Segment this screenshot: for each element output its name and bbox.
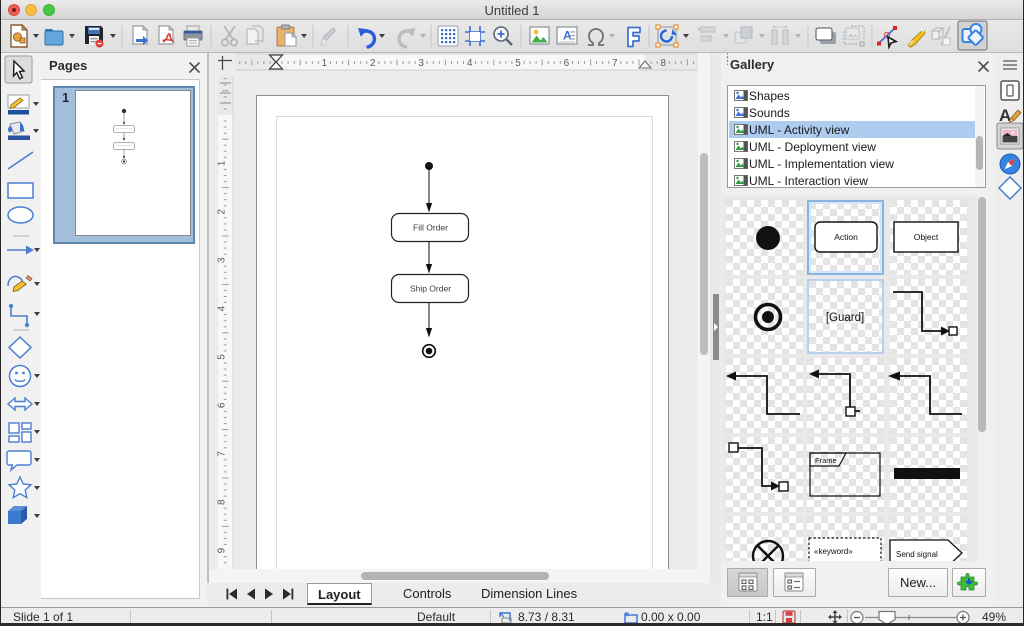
svg-text:5: 5: [515, 58, 521, 69]
svg-text:[Guard]: [Guard]: [826, 312, 864, 324]
svg-text:3: 3: [217, 257, 228, 263]
svg-text:3: 3: [418, 58, 424, 69]
svg-text:1: 1: [217, 160, 228, 166]
svg-text:Action: Action: [834, 232, 858, 242]
svg-text:Frame: Frame: [815, 456, 837, 465]
svg-text:2: 2: [217, 209, 228, 215]
svg-text:7: 7: [217, 451, 228, 457]
svg-text:9: 9: [217, 547, 228, 553]
svg-text:8: 8: [660, 58, 666, 69]
svg-text:2: 2: [370, 58, 376, 69]
svg-text:6: 6: [564, 58, 570, 69]
svg-text:5: 5: [217, 354, 228, 360]
svg-text:1: 1: [322, 58, 328, 69]
svg-text:8: 8: [217, 499, 228, 505]
svg-text:Object: Object: [914, 232, 939, 242]
svg-text:6: 6: [217, 402, 228, 408]
svg-text:7: 7: [612, 58, 618, 69]
svg-text:4: 4: [217, 305, 228, 311]
svg-text:4: 4: [467, 58, 473, 69]
svg-text:Send signal: Send signal: [896, 550, 938, 559]
svg-text:«keyword»: «keyword»: [814, 547, 853, 556]
